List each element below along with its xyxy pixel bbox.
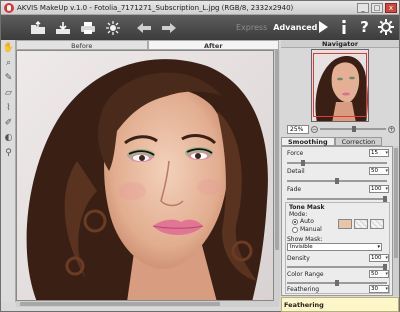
navigator-viewport-frame[interactable] — [313, 53, 367, 117]
settings-scroll-thumb[interactable] — [394, 148, 398, 258]
tone-swatch-1[interactable] — [338, 219, 352, 229]
image-canvas[interactable] — [16, 50, 274, 301]
force-slider[interactable] — [287, 160, 387, 166]
hand-icon[interactable]: ✋ — [2, 41, 15, 54]
title-bar: AKVIS MakeUp v.1.0 - Fotolia_7171271_Sub… — [1, 1, 399, 15]
eraser-icon[interactable]: ▱ — [2, 86, 15, 99]
maximize-button[interactable]: □ — [371, 3, 383, 13]
fade-label: Fade — [287, 186, 302, 193]
zoom-controls: 25% − + — [287, 124, 395, 134]
brush-icon[interactable]: ✎ — [2, 71, 15, 84]
canvas-vertical-scrollbar[interactable] — [274, 50, 280, 301]
minimize-button[interactable]: _ — [357, 3, 369, 13]
help-icon[interactable]: ? — [355, 17, 374, 37]
info-icon[interactable] — [334, 17, 353, 37]
portrait-image — [17, 51, 273, 300]
force-field[interactable]: 15 — [369, 149, 389, 157]
tone-swatch-2[interactable] — [354, 219, 368, 229]
navigator-preview[interactable] — [311, 49, 369, 122]
tab-smoothing[interactable]: Smoothing — [281, 137, 335, 146]
auto-radio[interactable] — [292, 219, 298, 225]
force-label: Force — [287, 150, 304, 157]
tools-panel: ✋ ⌕ ✎ ▱ ⌇ ✐ ◐ ⚲ — [1, 40, 16, 302]
fade-field[interactable]: 100 — [369, 185, 389, 193]
clone-icon[interactable]: ◐ — [2, 131, 15, 144]
help-text-area: Feathering — [281, 297, 399, 312]
detail-slider-knob[interactable] — [335, 178, 339, 184]
density-field[interactable]: 100 — [369, 254, 389, 262]
color-range-field[interactable]: 50 — [369, 270, 389, 278]
tab-correction[interactable]: Correction — [334, 137, 383, 146]
zoom-out-icon[interactable]: − — [311, 125, 318, 133]
zoom-in-icon[interactable]: + — [388, 125, 395, 133]
zoom-slider-knob[interactable] — [352, 126, 356, 132]
run-icon[interactable] — [313, 17, 332, 37]
close-button[interactable]: x — [385, 3, 397, 13]
toolbar-right: ? — [313, 17, 395, 37]
manual-radio[interactable] — [292, 227, 298, 233]
manual-label: Manual — [300, 226, 322, 233]
undo-icon[interactable] — [133, 18, 155, 38]
show-mask-label: Show Mask: — [287, 236, 323, 243]
detail-label: Detail — [287, 168, 305, 175]
horizontal-scroll-thumb[interactable] — [20, 302, 220, 306]
detail-field[interactable]: 50 — [369, 167, 389, 175]
tone-swatch-3[interactable] — [370, 219, 384, 229]
show-mask-select[interactable]: Invisible — [287, 243, 382, 251]
batch-icon[interactable] — [102, 18, 124, 38]
color-range-slider-knob[interactable] — [335, 280, 339, 286]
open-icon[interactable] — [27, 18, 49, 38]
tab-before[interactable]: Before — [16, 40, 148, 50]
density-label: Density — [287, 255, 310, 262]
detail-slider[interactable] — [287, 178, 387, 184]
pencil-icon[interactable]: ✐ — [2, 116, 15, 129]
feathering-field[interactable]: 30 — [369, 285, 389, 293]
zoom-slider[interactable] — [320, 126, 386, 132]
magnifier-icon[interactable]: ⚲ — [2, 146, 15, 159]
window-controls: _ □ x — [357, 3, 397, 13]
app-window: AKVIS MakeUp v.1.0 - Fotolia_7171271_Sub… — [0, 0, 400, 312]
feathering-label: Feathering — [287, 286, 320, 293]
app-logo-icon — [4, 2, 14, 13]
mode-label: Mode: — [289, 211, 308, 218]
density-slider[interactable] — [287, 264, 387, 270]
settings-scrollbar[interactable] — [393, 146, 399, 296]
color-range-label: Color Range — [287, 271, 324, 278]
main-toolbar: Express Advanced ? — [1, 15, 399, 40]
settings-icon[interactable] — [376, 17, 395, 37]
settings-panel: Force 15 Detail 50 Fade 100 Tone Mask Mo… — [281, 146, 393, 296]
vertical-scroll-thumb[interactable] — [275, 50, 279, 250]
dropper-icon[interactable]: ⌇ — [2, 101, 15, 114]
zoom-icon[interactable]: ⌕ — [2, 56, 15, 69]
express-mode-button[interactable]: Express — [236, 23, 267, 32]
right-panel: Navigator 25% − + Smoothing Correction F… — [281, 40, 399, 312]
zoom-value-field[interactable]: 25% — [287, 124, 309, 134]
navigator-title: Navigator — [281, 40, 399, 48]
save-icon[interactable] — [52, 18, 74, 38]
tab-after[interactable]: After — [147, 40, 279, 50]
redo-icon[interactable] — [158, 18, 180, 38]
auto-label: Auto — [300, 218, 314, 225]
color-range-slider[interactable] — [287, 280, 387, 286]
advanced-mode-button[interactable]: Advanced — [273, 23, 317, 32]
panel-tabs: Smoothing Correction — [281, 137, 399, 146]
fade-slider[interactable] — [287, 196, 387, 202]
canvas-horizontal-scrollbar[interactable] — [16, 301, 279, 307]
view-tabs: Before After — [16, 40, 279, 50]
window-title: AKVIS MakeUp v.1.0 - Fotolia_7171271_Sub… — [17, 3, 294, 12]
force-slider-knob[interactable] — [301, 160, 305, 166]
print-icon[interactable] — [77, 18, 99, 38]
tone-mask-title: Tone Mask — [289, 204, 325, 211]
